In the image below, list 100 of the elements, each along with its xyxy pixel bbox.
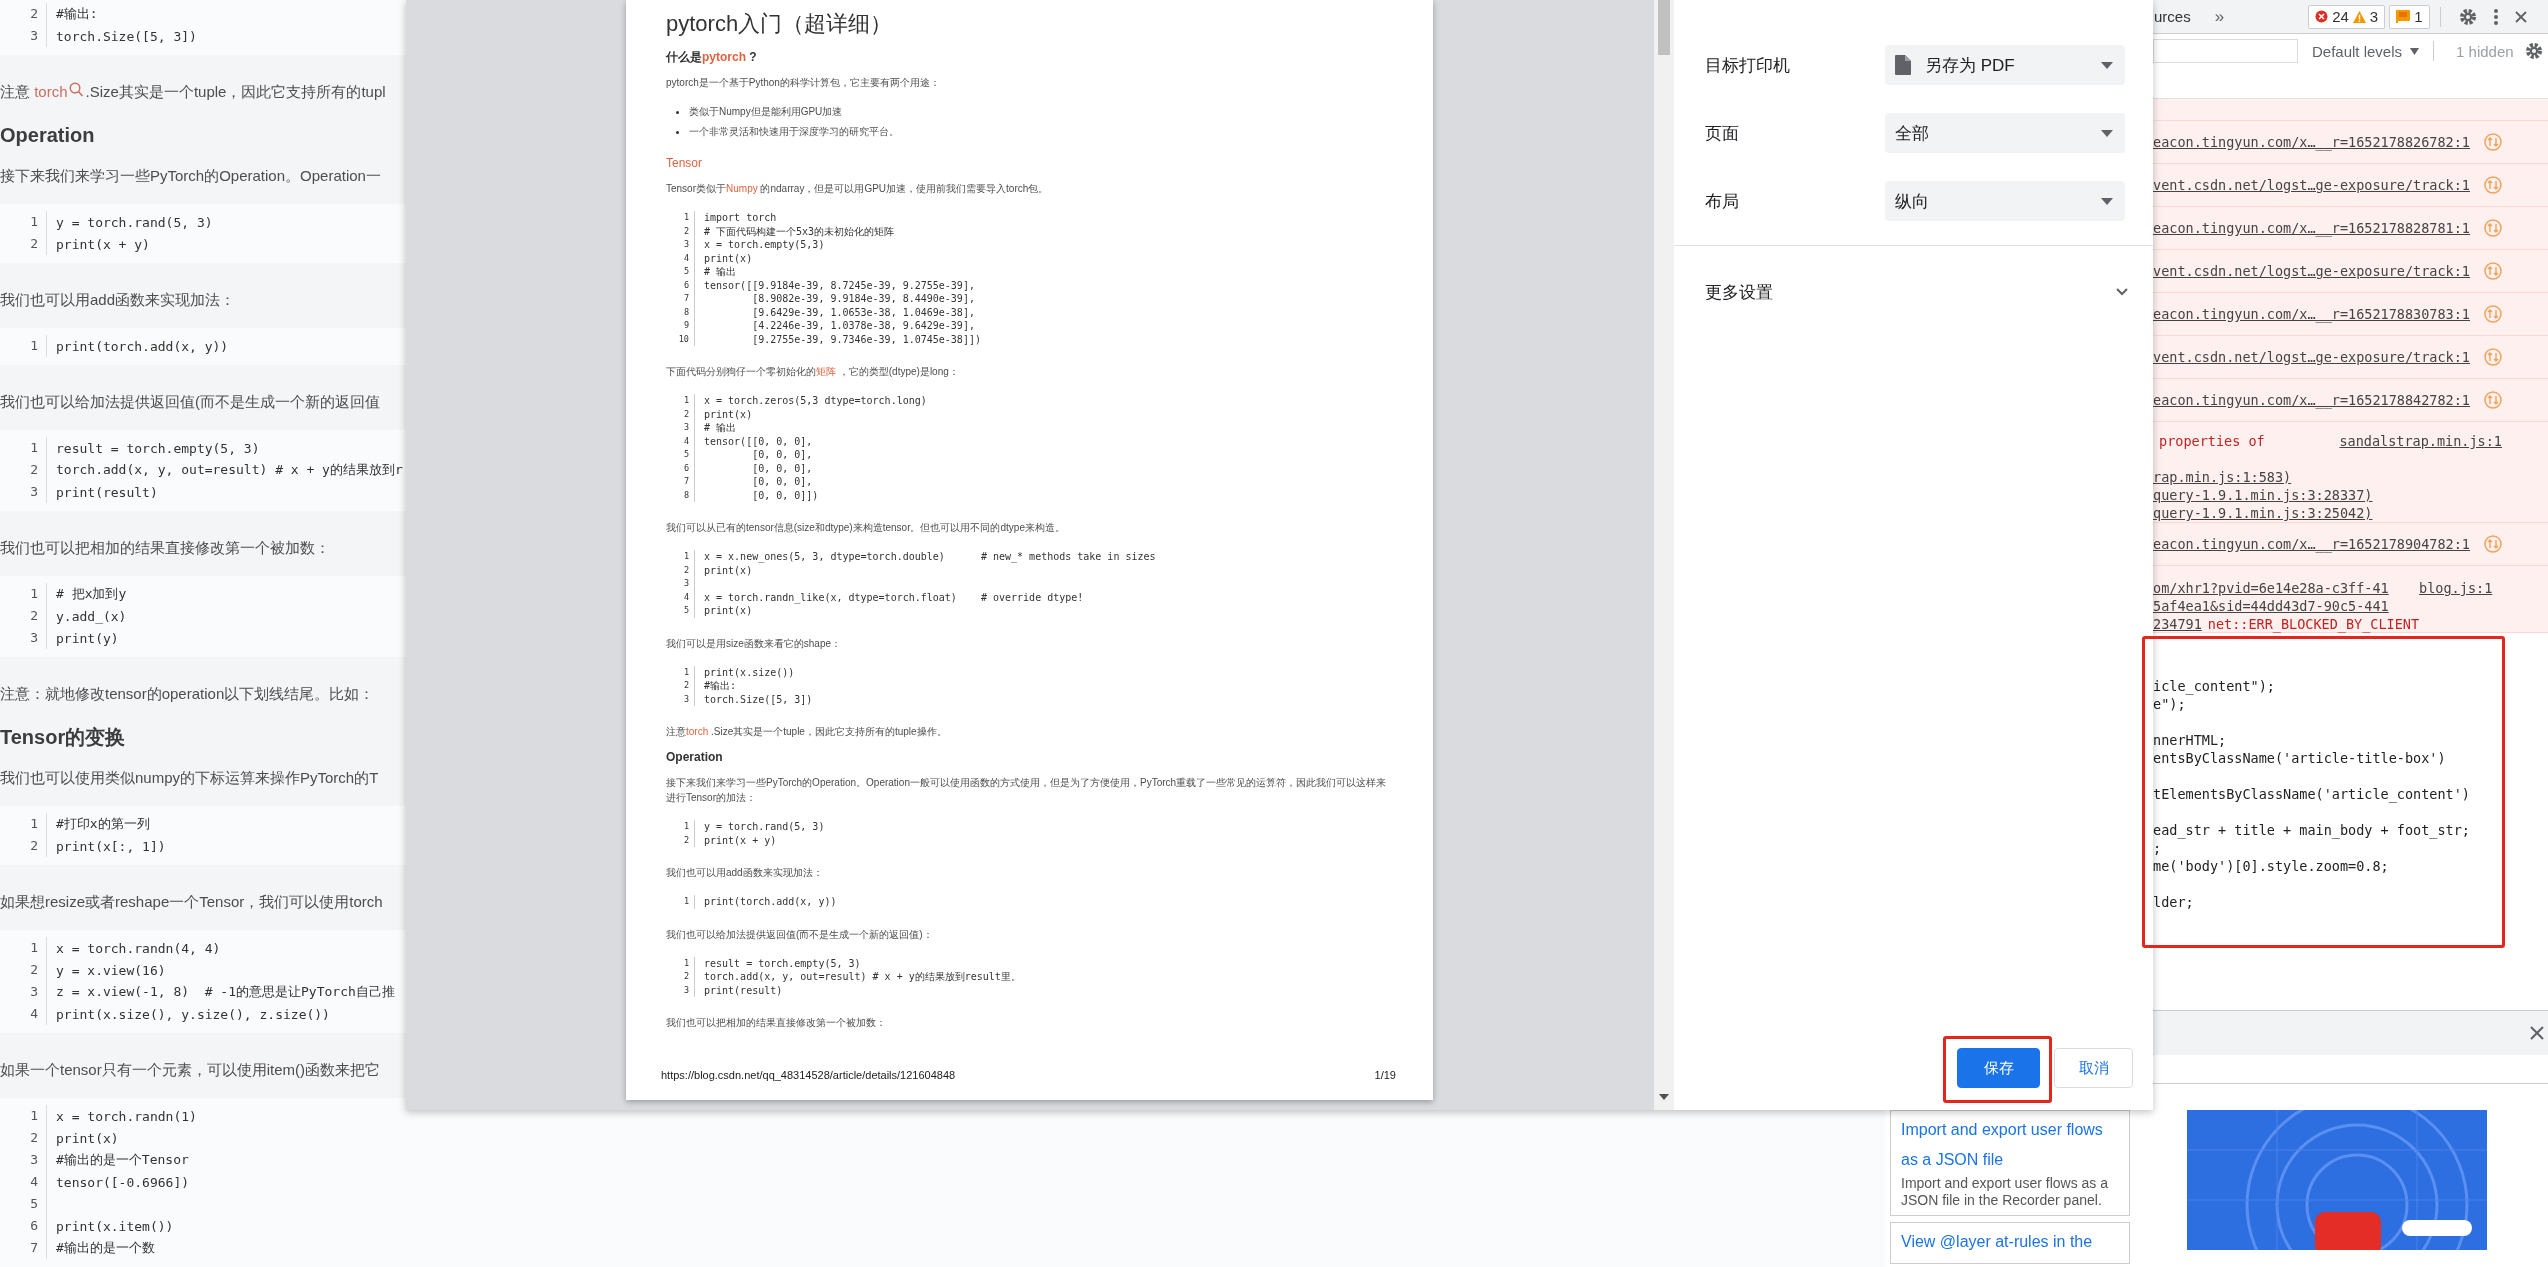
paragraph: pytorch是一个基于Python的科学计算包，它主要有两个用途： — [666, 76, 941, 90]
line-number: 3 — [666, 421, 695, 435]
code-line: torch.Size([5, 3]) — [55, 28, 197, 44]
line-number: 3 — [0, 25, 47, 47]
link[interactable]: blog.js:1 — [2419, 579, 2493, 597]
code-line: tensor([[9.9184e-39, 8.7245e-39, 9.2755e-39], — [703, 278, 975, 292]
code-line: nnerHTML; — [2153, 731, 2228, 749]
link[interactable]: 234791 — [2153, 615, 2202, 633]
link[interactable]: query-1.9.1.min.js:3:28337) — [2153, 486, 2373, 504]
code-line: [0, 0, 0]]) — [751, 488, 819, 502]
issues-button[interactable]: 1 — [2389, 4, 2430, 29]
caret-icon — [2101, 61, 2113, 69]
link[interactable]: eacon.tingyun.com/x…__r=1652178842782:1 — [2153, 392, 2470, 408]
line-number: 2 — [666, 563, 695, 577]
save-button[interactable]: 保存 — [1957, 1048, 2040, 1088]
code-line: me('body')[0].style.zoom=0.8; — [2153, 857, 2390, 875]
link[interactable]: sandalstrap.min.js:1 — [2339, 432, 2502, 450]
line-number: 2 — [0, 233, 47, 255]
select-field[interactable]: 另存为 PDF — [1885, 45, 2125, 85]
code-line: #输出的是一个Tensor — [55, 1151, 189, 1169]
line-number: 3 — [666, 692, 695, 706]
paragraph: 我们可以是用size函数来看它的shape： — [666, 636, 843, 651]
link[interactable]: 5af4ea1&sid=44dd43d7-90c5-441 — [2153, 597, 2389, 615]
arrows-circle-icon[interactable] — [2484, 535, 2502, 553]
code-line: print(x) — [703, 604, 753, 618]
line-number: 1 — [0, 583, 47, 605]
heading-link[interactable]: Tensor — [666, 156, 703, 170]
more-icon[interactable] — [2492, 7, 2499, 26]
link[interactable]: vent.csdn.net/logst…ge-exposure/track:1 — [2153, 177, 2470, 193]
code-line: print(torch.add(x, y)) — [55, 338, 229, 354]
code-line: print(x) — [703, 251, 753, 265]
code-line: print(y) — [55, 630, 119, 646]
more-settings-button[interactable]: 更多设置 — [1674, 272, 2153, 312]
list-item: 一个非常灵活和快速用于深度学习的研究平台。 — [689, 125, 899, 139]
code-line: print(x[:, 1]) — [55, 838, 166, 854]
more-tabs-button[interactable]: » — [2210, 6, 2229, 27]
error-count-button[interactable]: 24 3 — [2308, 4, 2386, 29]
card-title[interactable]: Import and export user flows as a JSON file — [1901, 1115, 2119, 1175]
line-number: 10 — [666, 332, 695, 346]
feature-card[interactable]: View @layer at-rules in the — [1890, 1222, 2130, 1264]
paragraph: 我们也可以使用类似numpy的下标运算来操作PyTorch的T — [0, 768, 379, 788]
file-icon — [1895, 55, 1911, 75]
arrows-circle-icon[interactable] — [2484, 391, 2502, 409]
heading: Operation — [666, 749, 724, 765]
code-line: #打印x的第一列 — [55, 815, 150, 833]
code-line: result = torch.empty(5, 3) — [55, 440, 260, 456]
paragraph: 接下来我们来学习一些PyTorch的Operation。Operation一 — [0, 166, 381, 186]
filter-field[interactable] — [2153, 39, 2298, 63]
paragraph: 我们也可以把相加的结果直接修改第一个被加数： — [0, 538, 330, 558]
paragraph: Tensor类似于Numpy 的ndarray，但是可以用GPU加速，使用前我们需要导入torch包。 — [666, 182, 1050, 196]
scrollbar[interactable] — [1654, 0, 1674, 1110]
code-line: entsByClassName('article-title-box') — [2153, 749, 2447, 767]
link[interactable]: vent.csdn.net/logst…ge-exposure/track:1 — [2153, 263, 2470, 279]
bullet-icon — [676, 130, 679, 134]
caret-icon — [2101, 197, 2113, 205]
settings-icon[interactable] — [2525, 42, 2543, 60]
select-field[interactable]: 纵向 — [1885, 181, 2125, 221]
link[interactable]: torch — [686, 726, 709, 737]
search-icon[interactable] — [68, 82, 84, 98]
line-number: 2 — [666, 224, 695, 238]
link[interactable]: vent.csdn.net/logst…ge-exposure/track:1 — [2153, 349, 2470, 365]
paragraph: 接下来我们来学习一些PyTorch的Operation。Operation一般可以使用函数的方式使用，但是为了方便使用，PyTorch重载了一些常见的运算符，因此我们可以这样来进行Tensor的加法： — [666, 776, 1388, 805]
code-line: print(torch.add(x, y)) — [703, 895, 837, 909]
link[interactable]: rap.min.js:1:583) — [2153, 468, 2292, 486]
close-icon[interactable] — [2514, 10, 2527, 23]
code-line: [4.2246e-39, 1.0378e-38, 9.6429e-39], — [751, 319, 975, 333]
page-number: 1/19 — [1374, 1068, 1396, 1083]
levels-dropdown[interactable]: Default levels — [2308, 42, 2424, 60]
arrows-circle-icon[interactable] — [2484, 348, 2502, 366]
bullet-icon — [676, 110, 679, 114]
link[interactable]: eacon.tingyun.com/x…__r=1652178826782:1 — [2153, 134, 2470, 150]
arrows-circle-icon[interactable] — [2484, 262, 2502, 280]
link[interactable]: om/xhr1?pvid=6e14e28a-c3ff-41 — [2153, 579, 2389, 597]
line-number: 2 — [666, 970, 695, 984]
arrows-circle-icon[interactable] — [2484, 176, 2502, 194]
line-number: 2 — [0, 3, 47, 25]
code-line: torch.add(x, y, out=result) # x + y的结果放到r — [55, 461, 403, 479]
link[interactable]: 矩阵 — [816, 366, 836, 377]
close-icon[interactable] — [2530, 1026, 2544, 1040]
code-line: import torch — [703, 211, 777, 225]
scrollbar-thumb[interactable] — [1658, 0, 1670, 55]
feature-card[interactable]: Import and export user flows as a JSON file Import and export user flows as a JSON file in the Recorder panel. — [1890, 1110, 2130, 1216]
line-number: 2 — [0, 1127, 47, 1149]
scroll-down-icon[interactable] — [1659, 1094, 1669, 1100]
code-line: print(x) — [55, 1130, 119, 1146]
tab[interactable]: urces — [2154, 8, 2191, 25]
link[interactable]: query-1.9.1.min.js:3:25042) — [2153, 504, 2373, 522]
card-title[interactable]: View @layer at-rules in the — [1901, 1227, 2119, 1257]
link[interactable]: eacon.tingyun.com/x…__r=1652178904782:1 — [2153, 536, 2470, 552]
arrows-circle-icon[interactable] — [2484, 133, 2502, 151]
link[interactable]: Numpy — [726, 183, 758, 194]
select-field[interactable]: 全部 — [1885, 113, 2125, 153]
arrows-circle-icon[interactable] — [2484, 219, 2502, 237]
link[interactable]: eacon.tingyun.com/x…__r=1652178830783:1 — [2153, 306, 2470, 322]
code-line: # 输出 — [703, 421, 737, 435]
settings-icon[interactable] — [2458, 7, 2477, 26]
arrows-circle-icon[interactable] — [2484, 305, 2502, 323]
link[interactable]: eacon.tingyun.com/x…__r=1652178828781:1 — [2153, 220, 2470, 236]
cancel-button[interactable]: 取消 — [2054, 1048, 2133, 1088]
line-number: 2 — [0, 605, 47, 627]
